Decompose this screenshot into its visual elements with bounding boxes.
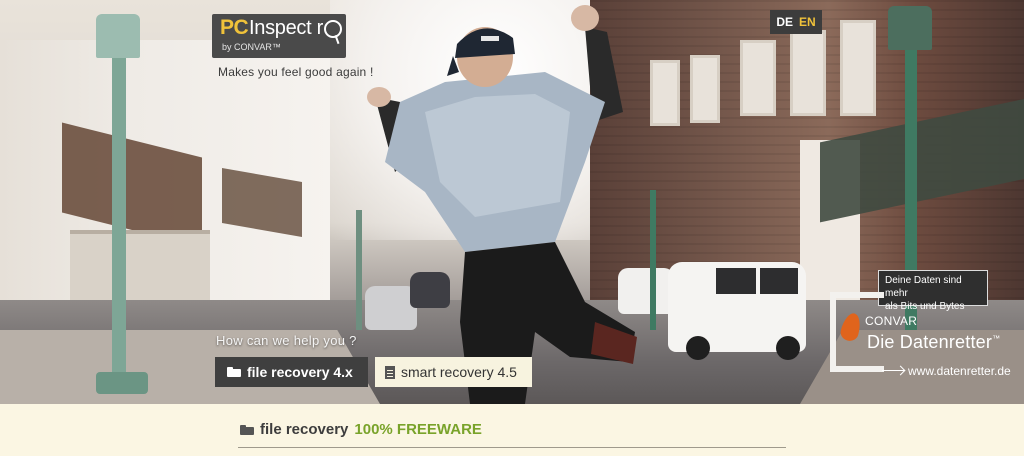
slogan-line1: Deine Daten sind mehr xyxy=(885,275,962,299)
logo-pc: PC xyxy=(220,16,249,39)
jumping-person xyxy=(367,5,637,404)
datenretter-url-link[interactable]: www.datenretter.de xyxy=(908,364,1011,378)
van-window xyxy=(716,268,756,294)
freeware-label: 100% FREEWARE xyxy=(354,421,482,438)
pcinspector-logo[interactable]: PC Inspect r by CONVAR™ xyxy=(212,14,346,58)
folder-open-icon xyxy=(240,424,254,435)
content-header-bar: file recovery 100% FREEWARE xyxy=(0,404,1024,456)
divider xyxy=(238,447,786,448)
logo-inspector: Inspect r xyxy=(249,17,323,39)
file-icon xyxy=(385,365,395,379)
van-wheel xyxy=(776,336,800,360)
convar-slogan-bubble: Deine Daten sind mehr als Bits und Bytes xyxy=(878,270,988,312)
van-window xyxy=(760,268,798,294)
convar-name: CONVAR xyxy=(865,314,918,328)
lamp-post xyxy=(650,190,656,330)
street-lamp xyxy=(888,6,932,50)
datenretter-text: Die Datenretter xyxy=(867,332,993,352)
building-window xyxy=(690,55,720,123)
help-prompt: How can we help you ? xyxy=(216,333,357,348)
tagline: Makes you feel good again ! xyxy=(218,65,374,79)
building-window xyxy=(790,30,826,116)
section-heading: file recovery 100% FREEWARE xyxy=(240,421,482,438)
lamp-post xyxy=(112,50,126,380)
lamp-base xyxy=(96,372,148,394)
datenretter-title[interactable]: Die Datenretter™ xyxy=(867,332,1000,353)
smart-recovery-button[interactable]: smart recovery 4.5 xyxy=(375,357,532,387)
lang-en-link[interactable]: EN xyxy=(799,15,816,29)
slogan-line2: als Bits und Bytes xyxy=(885,301,965,312)
logo-by-convar: by CONVAR™ xyxy=(222,42,281,52)
building-window xyxy=(840,20,876,116)
van-wheel xyxy=(686,336,710,360)
smart-recovery-label: smart recovery 4.5 xyxy=(401,364,517,380)
street-lamp xyxy=(96,14,140,58)
building-window xyxy=(650,60,680,126)
file-recovery-label: file recovery 4.x xyxy=(247,364,353,380)
lang-de-link[interactable]: DE xyxy=(776,15,793,29)
magnifier-icon xyxy=(324,20,342,38)
file-recovery-button[interactable]: file recovery 4.x xyxy=(215,357,368,387)
arrow-right-icon xyxy=(882,370,904,371)
trademark: ™ xyxy=(992,334,1001,343)
section-title-text: file recovery xyxy=(260,421,349,438)
building-window xyxy=(740,40,776,116)
folder-open-icon xyxy=(227,367,241,377)
language-switcher: DE EN xyxy=(770,10,822,34)
